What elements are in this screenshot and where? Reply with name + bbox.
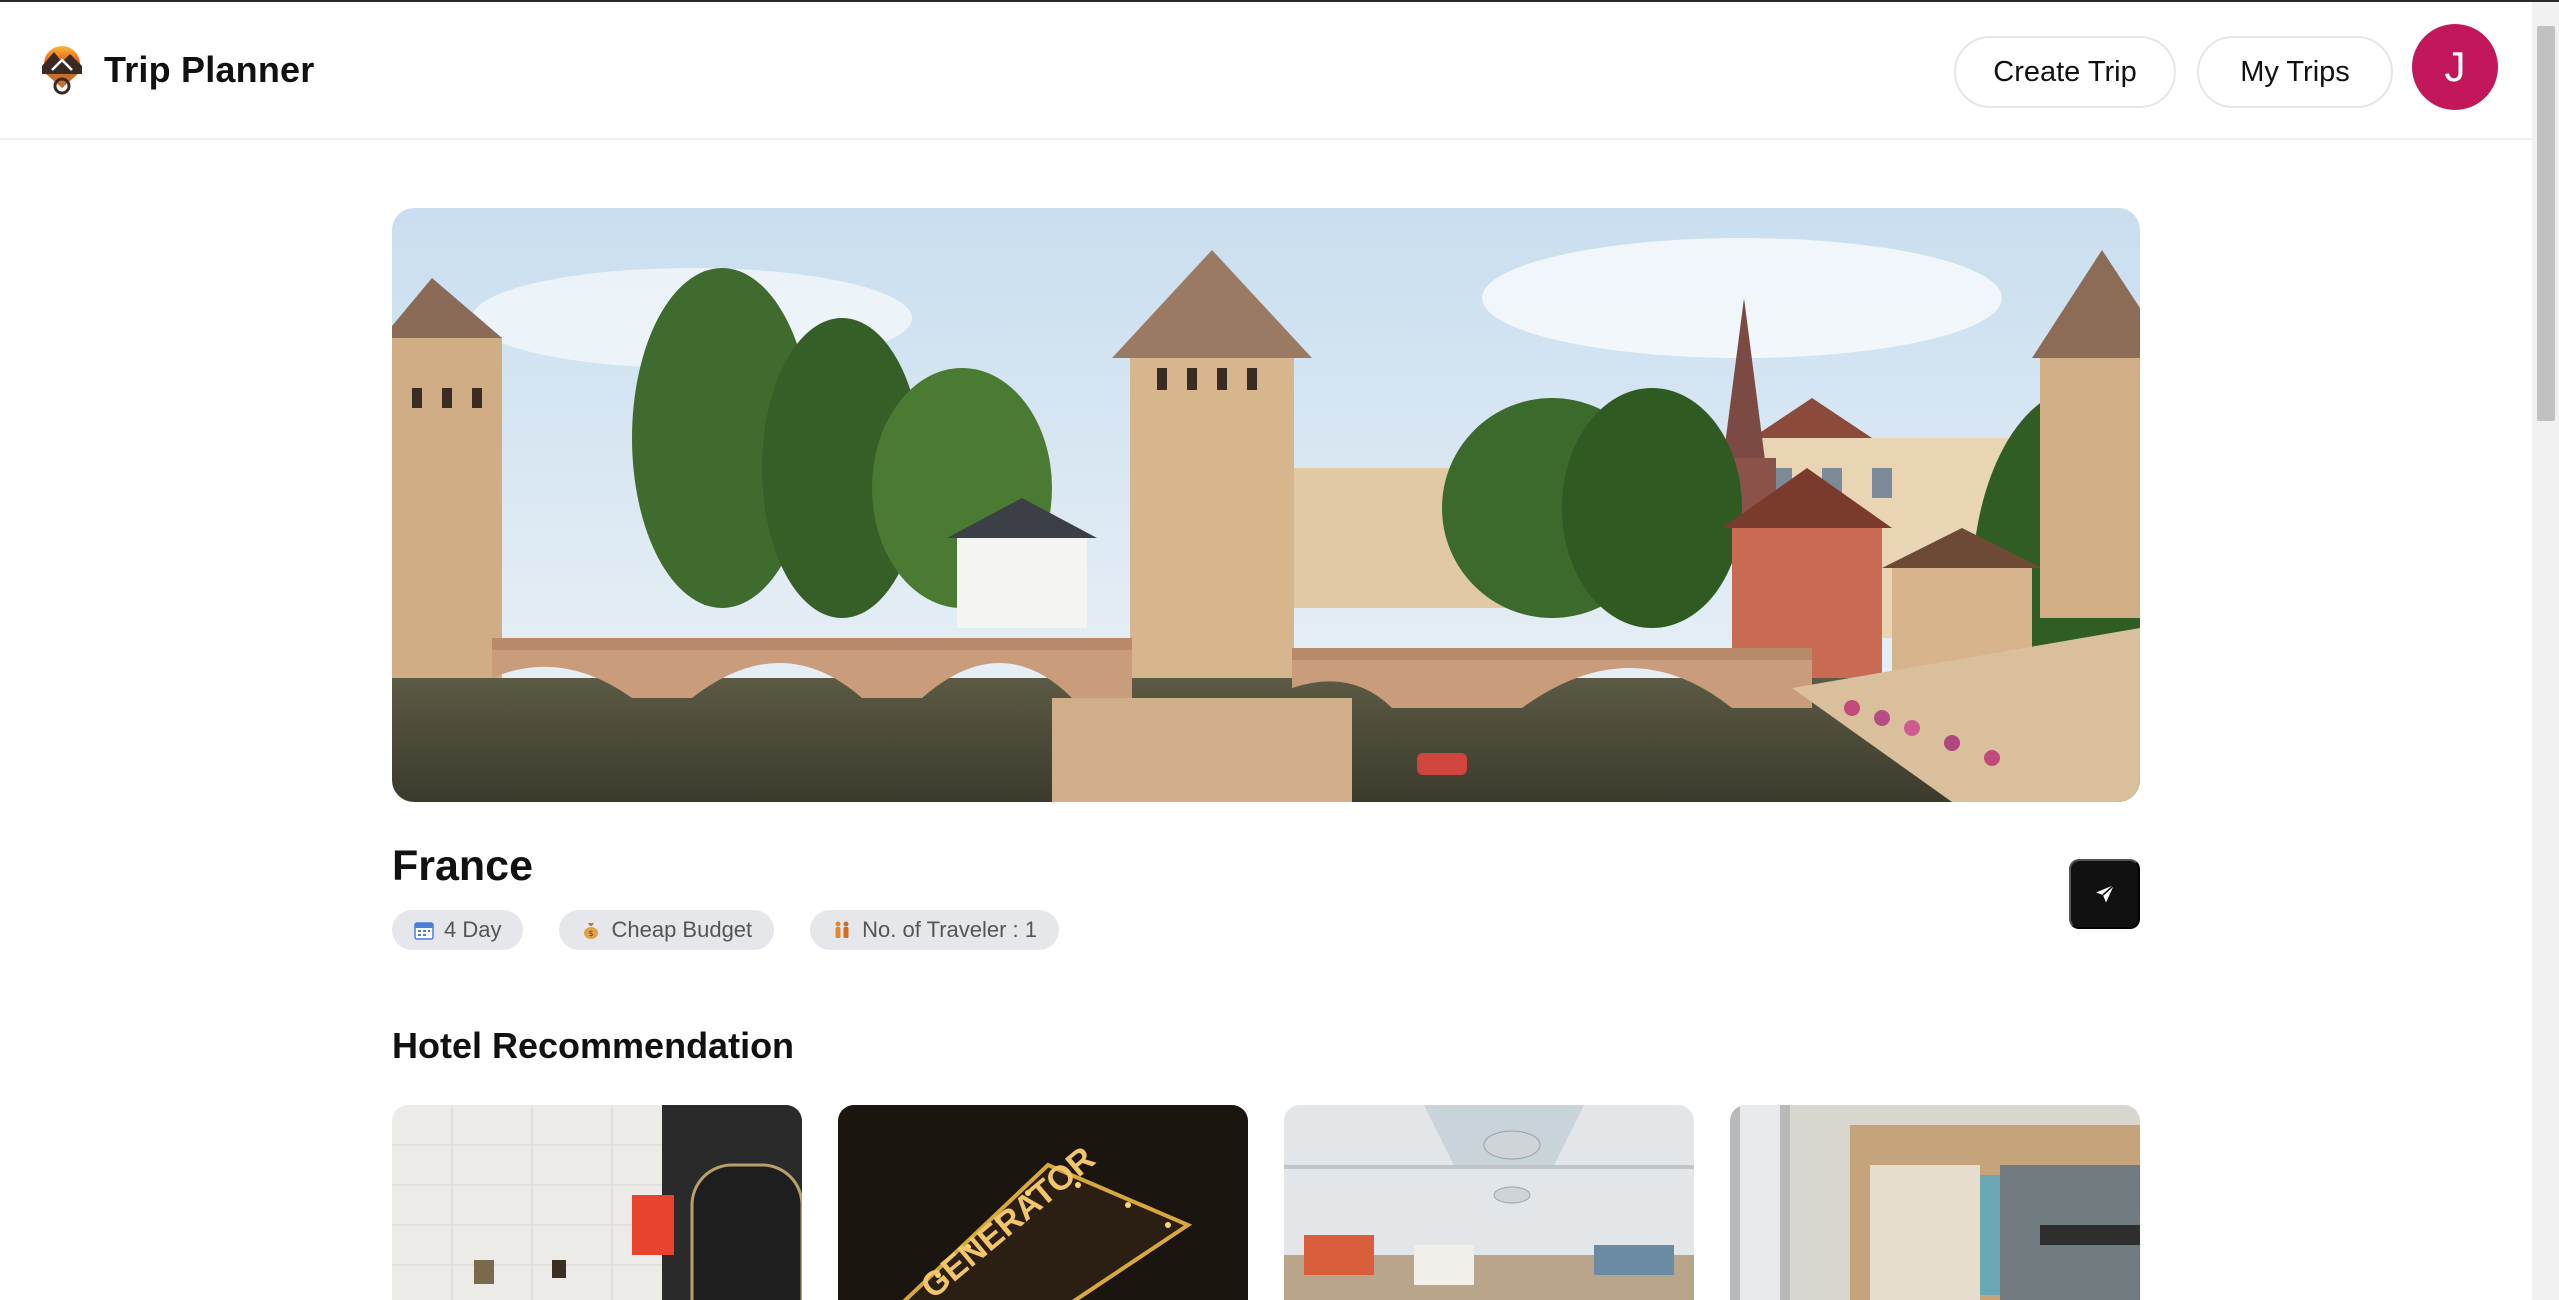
create-trip-button[interactable]: Create Trip [1954, 36, 2176, 108]
chip-budget: $ Cheap Budget [559, 910, 775, 950]
share-button[interactable] [2069, 859, 2140, 929]
travelers-icon [835, 921, 849, 938]
hotel-card[interactable]: GENERATOR [838, 1105, 1248, 1300]
app-title: Trip Planner [104, 49, 315, 90]
my-trips-button[interactable]: My Trips [2197, 36, 2393, 108]
hotel-card[interactable] [1284, 1105, 1694, 1300]
brand[interactable]: Trip Planner [38, 40, 314, 100]
destination-title: France [392, 842, 534, 890]
chip-budget-label: Cheap Budget [611, 917, 753, 942]
money-bag-icon: $ [584, 923, 599, 939]
hotel-image [1284, 1105, 1694, 1300]
destination-hero-image [392, 208, 2140, 802]
hotel-section-title: Hotel Recommendation [392, 1025, 795, 1066]
svg-text:$: $ [589, 929, 594, 938]
chip-travelers-label: No. of Traveler : 1 [862, 917, 1038, 942]
hotel-image [1730, 1105, 2140, 1300]
chip-travelers: No. of Traveler : 1 [810, 910, 1060, 950]
hotel-image: GENERATOR [838, 1105, 1248, 1300]
hotel-card[interactable] [1730, 1105, 2140, 1300]
send-icon [2095, 884, 2115, 903]
chip-duration: 4 Day [392, 910, 524, 950]
scrollbar-thumb[interactable] [2537, 26, 2555, 421]
chip-duration-label: 4 Day [444, 917, 502, 942]
logo-icon [42, 46, 82, 95]
trip-info-chips: 4 Day $ Cheap Budget No. of Traveler : 1 [392, 910, 1060, 950]
calendar-icon [414, 922, 434, 940]
avatar[interactable]: J [2412, 24, 2498, 110]
hotel-card[interactable] [392, 1105, 802, 1300]
hotel-image [392, 1105, 802, 1300]
hotel-list: GENERATOR [392, 1105, 2140, 1300]
app-header: Trip Planner Create Trip My Trips J [0, 2, 2532, 140]
